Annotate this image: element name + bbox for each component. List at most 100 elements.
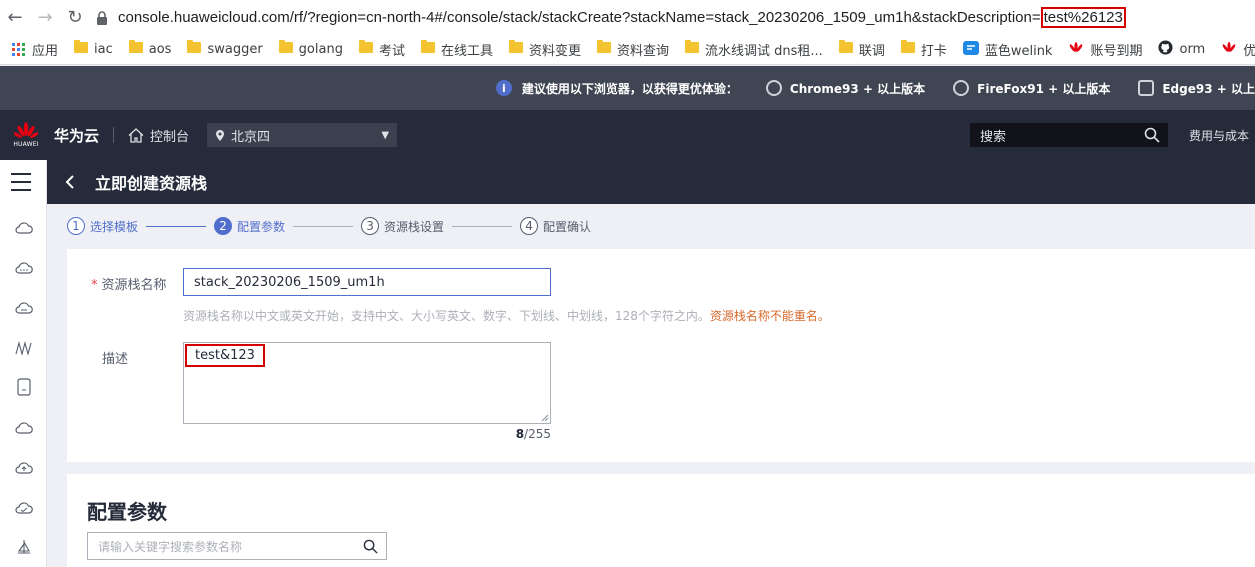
bookmarks-bar: 应用 iac aos swagger golang 考试 在线工具 资料变更 资料查询 流水线调试… [0, 35, 1255, 65]
search-icon[interactable] [363, 539, 378, 554]
location-pin-icon [216, 129, 225, 141]
sail-icon[interactable] [14, 537, 34, 557]
console-link[interactable]: 控制台 [128, 126, 189, 145]
brand-name: 华为云 [54, 126, 100, 145]
step-indicator: 1 选择模板 2 配置参数 3 资源栈设置 4 配置确认 [67, 216, 591, 236]
bookmark-item[interactable]: 蓝色welink [962, 40, 1053, 59]
bookmark-label: 资料变更 [528, 44, 581, 59]
back-arrow-icon[interactable]: ← [0, 3, 30, 33]
description-label: 描述 [102, 352, 129, 367]
bookmark-item[interactable]: iac [74, 40, 113, 57]
bookmark-label: 在线工具 [440, 44, 493, 59]
bookmark-item[interactable]: orm [1158, 40, 1205, 59]
bookmark-item[interactable]: 打卡 [900, 40, 947, 59]
bookmark-item[interactable]: 流水线调试 dns租... [685, 40, 823, 59]
costs-link[interactable]: 费用与成本 [1189, 127, 1249, 144]
info-icon: i [495, 80, 512, 96]
param-search-input[interactable]: 请输入关键字搜索参数名称 [87, 532, 387, 560]
url-highlight: test%26123 [1040, 7, 1126, 28]
menu-icon[interactable] [11, 173, 31, 191]
folder-icon [74, 40, 89, 57]
bookmark-item[interactable]: aos [128, 40, 172, 57]
cloud-service-icon[interactable] [14, 218, 34, 238]
folder-icon [900, 40, 915, 57]
search-icon [1144, 127, 1160, 143]
url-text: console.huaweicloud.com/rf/?region=cn-no… [118, 7, 1126, 28]
step-stack-settings: 3 资源栈设置 [361, 217, 444, 235]
bookmark-item[interactable]: 账号到期 [1068, 40, 1142, 59]
step-connector [452, 225, 513, 227]
page-title: 立即创建资源栈 [95, 174, 208, 193]
apps-grid-icon [12, 42, 26, 57]
back-chevron-icon[interactable] [65, 174, 81, 190]
folder-icon [508, 40, 523, 57]
step-confirm: 4 配置确认 [520, 217, 591, 235]
stack-name-warning: 资源栈名称不能重名。 [709, 309, 830, 323]
bookmark-item[interactable]: 联调 [838, 40, 885, 59]
section-title: 配置参数 [87, 500, 167, 524]
bookmark-label: 考试 [378, 44, 405, 59]
cloud-icon[interactable] [14, 418, 34, 438]
region-value: 北京四 [231, 129, 271, 145]
wave-icon[interactable] [14, 338, 34, 358]
stack-form-card: * 资源栈名称 stack_20230206_1509_um1h 资源栈名称以中文… [67, 249, 1255, 462]
description-counter: 8/255 [515, 427, 551, 441]
banner-firefox: FireFox91 + 以上版本 [953, 80, 1110, 97]
stack-name-input[interactable]: stack_20230206_1509_um1h [183, 268, 551, 296]
region-select[interactable]: 北京四 ▼ [207, 123, 398, 147]
folder-icon [420, 40, 435, 57]
divider [113, 127, 115, 143]
address-bar[interactable]: console.huaweicloud.com/rf/?region=cn-no… [94, 3, 1255, 33]
resize-handle-icon[interactable] [541, 414, 549, 422]
device-icon[interactable] [14, 377, 34, 397]
config-params-section: 配置参数 请输入关键字搜索参数名称 [67, 474, 1255, 567]
cloud-server-icon[interactable] [14, 298, 34, 318]
browser-banner: i 建议使用以下浏览器，以获得更优体验： Chrome93 + 以上版本 Fir… [0, 66, 1255, 110]
cloud-upload-icon[interactable] [14, 458, 34, 478]
bookmark-item[interactable]: 资料变更 [508, 40, 581, 59]
forward-arrow-icon[interactable]: → [30, 3, 60, 33]
banner-chrome: Chrome93 + 以上版本 [765, 80, 925, 97]
step-select-template[interactable]: 1 选择模板 [67, 217, 138, 235]
reload-icon[interactable]: ↻ [60, 3, 90, 33]
bookmark-label: orm [1179, 42, 1206, 57]
header-search[interactable]: 搜索 [970, 123, 1168, 147]
description-value-highlight: test&123 [185, 344, 265, 367]
bookmark-item[interactable]: 资料查询 [597, 40, 669, 59]
cloud-check-icon[interactable] [14, 498, 34, 518]
bookmark-label: aos [148, 42, 172, 57]
bookmark-item[interactable]: swagger [187, 40, 263, 57]
bookmark-label: iac [94, 42, 113, 57]
bookmark-item[interactable]: 优 [1221, 40, 1255, 59]
step-configure-params: 2 配置参数 [214, 217, 285, 235]
page-title-bar: 立即创建资源栈 [47, 160, 1255, 204]
bookmark-label: 打卡 [920, 44, 947, 59]
chrome-icon [765, 80, 782, 96]
firefox-icon [953, 80, 970, 96]
bookmark-item[interactable]: 在线工具 [420, 40, 493, 59]
bookmark-label: 资料查询 [617, 44, 670, 59]
folder-icon [128, 40, 143, 57]
bookmark-label: 蓝色welink [984, 44, 1053, 59]
browser-toolbar: ← → ↻ console.huaweicloud.com/rf/?region… [0, 0, 1255, 35]
bookmark-label: 优 [1243, 44, 1255, 59]
home-icon [128, 127, 144, 143]
folder-icon [278, 40, 293, 57]
huawei-logo[interactable]: HUAWEI [6, 110, 46, 160]
bookmark-label: 应用 [32, 44, 59, 59]
bookmark-item[interactable]: 考试 [358, 40, 405, 59]
folder-icon [838, 40, 853, 57]
bookmark-label: golang [298, 42, 343, 57]
step-connector [293, 225, 354, 227]
bookmark-item[interactable]: golang [278, 40, 343, 57]
welink-icon [962, 40, 979, 59]
description-textarea[interactable]: test&123 [183, 342, 551, 424]
service-rail [0, 160, 47, 567]
bookmark-item[interactable]: 应用 [12, 40, 58, 59]
bookmark-label: 账号到期 [1090, 44, 1143, 59]
stack-name-hint: 资源栈名称以中文或英文开始，支持中文、大小写英文、数字、下划线、中划线，128个… [183, 309, 830, 323]
cloud-dots-icon[interactable] [14, 258, 34, 278]
bookmark-label: swagger [207, 42, 263, 57]
huawei-logo-icon [14, 122, 38, 138]
folder-icon [685, 40, 700, 57]
